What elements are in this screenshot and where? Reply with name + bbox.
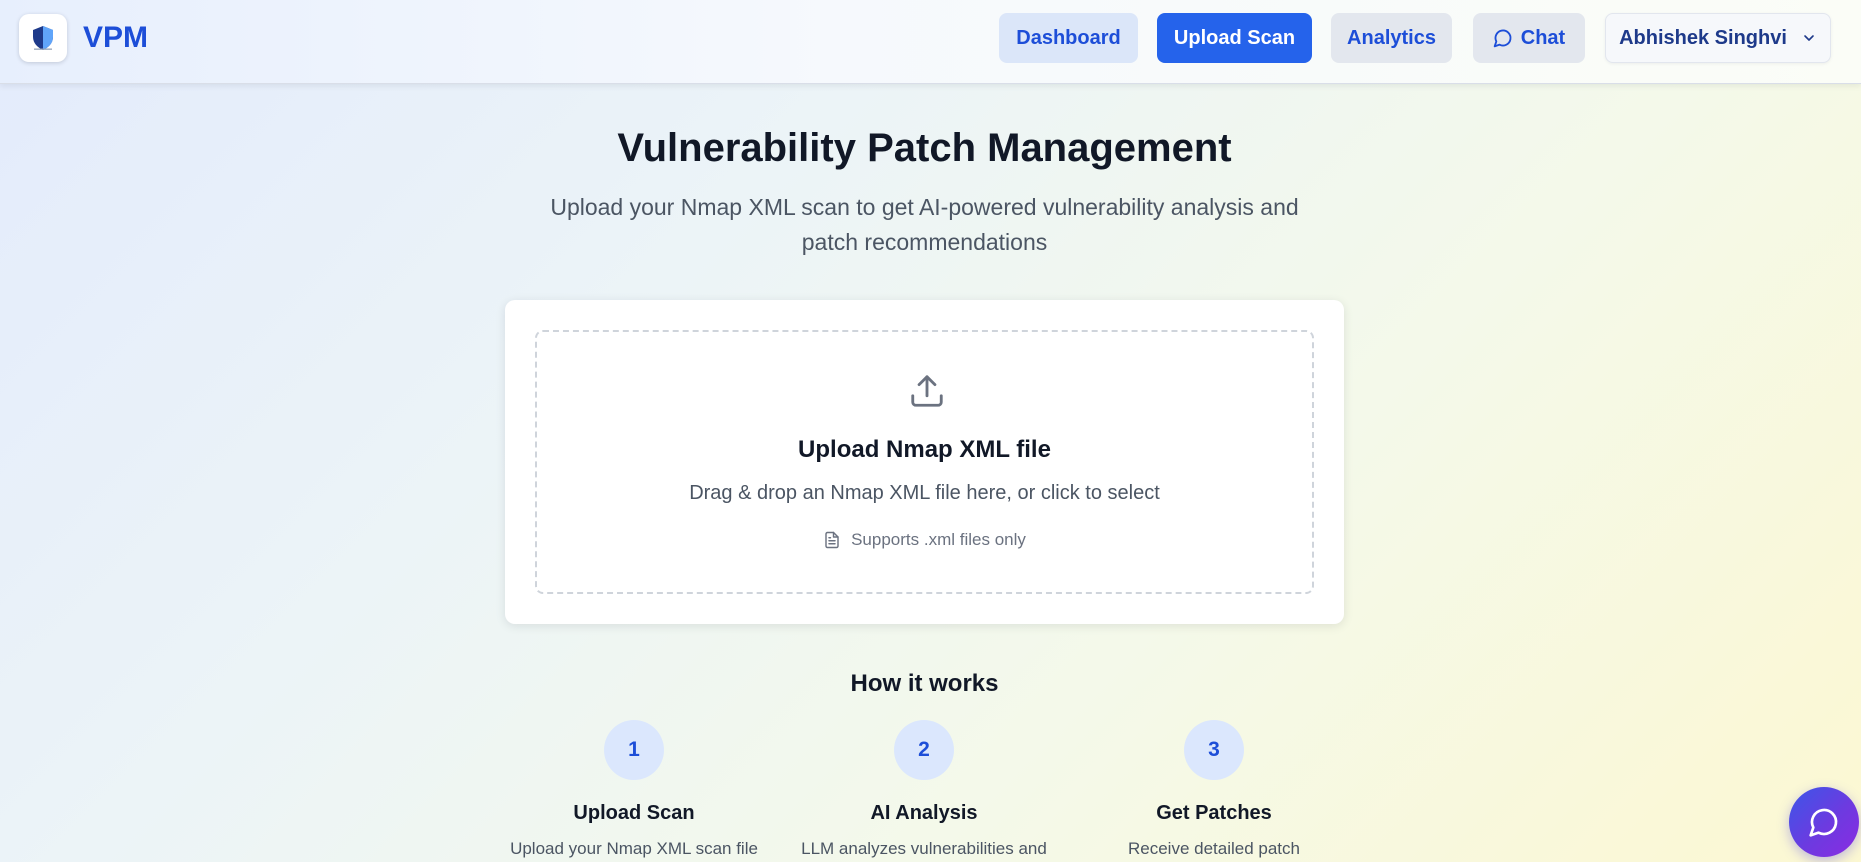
step-description: Upload your Nmap XML scan file xyxy=(510,839,758,858)
user-name: Abhishek Singhvi xyxy=(1619,26,1787,49)
nav-dashboard-button[interactable]: Dashboard xyxy=(999,13,1138,63)
page-title: Vulnerability Patch Management xyxy=(617,126,1232,170)
upload-icon xyxy=(911,375,943,407)
chat-fab-button[interactable] xyxy=(1789,787,1859,857)
step-number: 1 xyxy=(604,720,664,780)
nav-chat-button[interactable]: Chat xyxy=(1473,13,1585,63)
chat-bubble-icon xyxy=(1493,29,1512,48)
step-get-patches: 3 Get Patches Receive detailed patch xyxy=(1069,720,1359,860)
nav-upload-scan-button[interactable]: Upload Scan xyxy=(1157,13,1312,63)
step-upload-scan: 1 Upload Scan Upload your Nmap XML scan … xyxy=(489,720,779,860)
step-title: Get Patches xyxy=(1156,802,1272,824)
upload-description: Drag & drop an Nmap XML file here, or cl… xyxy=(689,482,1160,504)
upload-note-text: Supports .xml files only xyxy=(851,530,1026,549)
top-nav-bar: VPM Dashboard Upload Scan Analytics Chat… xyxy=(0,0,1861,84)
upload-file-note: Supports .xml files only xyxy=(537,530,1312,550)
brand-name[interactable]: VPM xyxy=(83,20,148,56)
step-number: 3 xyxy=(1184,720,1244,780)
step-ai-analysis: 2 AI Analysis LLM analyzes vulnerabiliti… xyxy=(779,720,1069,860)
nav-analytics-button[interactable]: Analytics xyxy=(1331,13,1452,63)
chat-bubble-icon xyxy=(1809,808,1838,837)
chevron-down-icon xyxy=(1804,35,1814,41)
shield-logo-icon xyxy=(33,26,53,50)
step-title: Upload Scan xyxy=(573,802,695,824)
step-title: AI Analysis xyxy=(870,802,978,824)
nav-chat-label: Chat xyxy=(1520,26,1566,49)
app-logo[interactable] xyxy=(19,14,67,62)
file-text-icon xyxy=(825,531,839,549)
upload-card: Upload Nmap XML file Drag & drop an Nmap… xyxy=(505,300,1344,624)
step-description: LLM analyzes vulnerabilities and xyxy=(801,839,1047,858)
user-menu-button[interactable]: Abhishek Singhvi xyxy=(1605,13,1831,63)
upload-title: Upload Nmap XML file xyxy=(798,436,1051,463)
step-description: Receive detailed patch xyxy=(1127,839,1300,858)
page-subtitle: Upload your Nmap XML scan to get AI-powe… xyxy=(550,194,1299,255)
file-dropzone[interactable]: Upload Nmap XML file Drag & drop an Nmap… xyxy=(535,330,1314,594)
how-it-works-title: How it works xyxy=(850,670,999,697)
step-number: 2 xyxy=(894,720,954,780)
